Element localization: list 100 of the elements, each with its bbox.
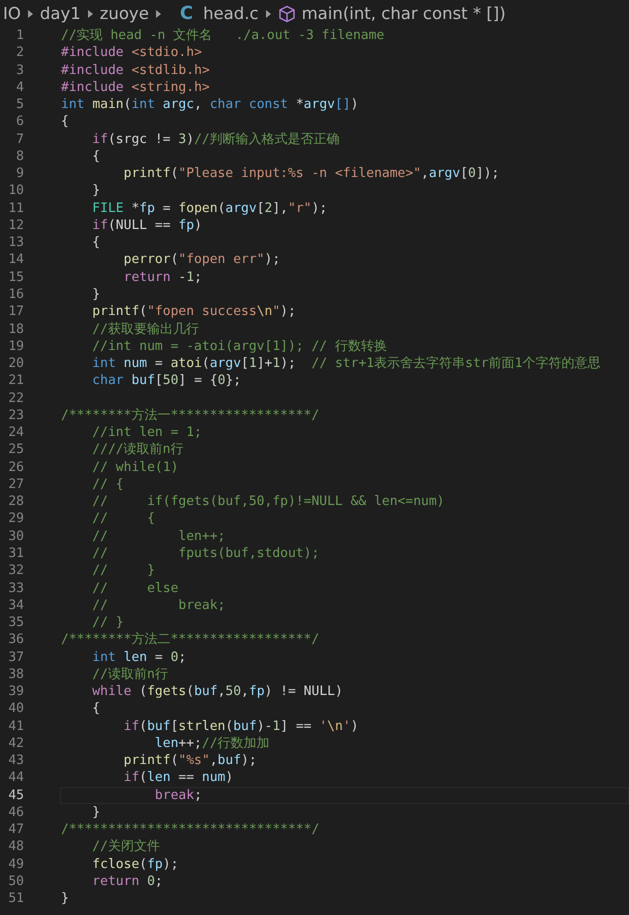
code-line: // len++; xyxy=(91,528,226,545)
line-number: 20 xyxy=(7,355,24,372)
line-number: 6 xyxy=(15,113,24,131)
code-line: if(NULL == fp) xyxy=(91,216,203,234)
line-number: 22 xyxy=(7,390,24,407)
line-number: 51 xyxy=(7,890,24,908)
code-line: { xyxy=(91,700,102,718)
breadcrumb-item[interactable]: IO xyxy=(3,4,21,23)
line-number: 46 xyxy=(7,804,24,822)
line-number: 38 xyxy=(7,666,24,684)
code-line: //读取前n行 xyxy=(91,666,169,684)
line-number: 30 xyxy=(7,528,24,545)
code-line: // fputs(buf,stdout); xyxy=(91,544,320,562)
code-line: // } xyxy=(91,614,125,632)
line-number: 2 xyxy=(15,44,24,62)
code-line: /*******************************/ xyxy=(60,821,320,838)
line-number: 18 xyxy=(7,320,24,338)
line-number: 21 xyxy=(7,372,24,390)
line-number: 17 xyxy=(7,303,24,321)
line-number: 28 xyxy=(7,493,24,510)
code-line: fclose(fp); xyxy=(91,856,180,874)
code-line: // while(1) xyxy=(91,458,180,476)
breadcrumb-item[interactable]: main(int, char const * []) xyxy=(302,4,506,23)
line-number: 49 xyxy=(7,856,24,874)
line-number: 31 xyxy=(7,544,24,562)
line-number: 12 xyxy=(7,216,24,234)
code-line: if(buf[strlen(buf)-1] == '\n') xyxy=(122,718,360,735)
line-number: 50 xyxy=(7,873,24,890)
line-number: 41 xyxy=(7,718,24,735)
breadcrumb-item[interactable]: zuoye xyxy=(100,4,149,23)
line-number: 16 xyxy=(7,286,24,304)
line-number: 23 xyxy=(7,406,24,424)
chevron-icon xyxy=(154,8,162,18)
code-line: /********方法一******************/ xyxy=(60,406,320,424)
line-number: 11 xyxy=(7,200,24,217)
line-number: 14 xyxy=(7,251,24,269)
code-line: #include <string.h> xyxy=(60,78,211,96)
line-number: 24 xyxy=(7,424,24,442)
code-line: // } xyxy=(91,562,156,580)
code-line: #include <stdlib.h> xyxy=(60,62,211,79)
code-line: if(srgc != 3)//判断输入格式是否正确 xyxy=(91,130,341,148)
code-line: printf("fopen success\n"); xyxy=(91,303,297,321)
line-number: 8 xyxy=(15,148,24,166)
code-line: while (fgets(buf,50,fp) != NULL) xyxy=(91,683,344,700)
code-line: //int num = -atoi(argv[1]); // 行数转换 xyxy=(91,338,388,356)
line-number: 45 xyxy=(7,786,24,804)
code-line: } xyxy=(60,890,70,908)
code-line: int num = atoi(argv[1]+1); // str+1表示舍去字符串str前面1个字符的意思 xyxy=(91,355,602,372)
line-number: 9 xyxy=(15,165,24,182)
code-line: //实现 head -n 文件名 ./a.out -3 filename xyxy=(60,27,386,44)
line-number: 36 xyxy=(7,631,24,649)
line-number: 48 xyxy=(7,838,24,856)
code-line: int len = 0; xyxy=(91,648,188,666)
code-line: char buf[50] = {0}; xyxy=(91,372,242,390)
code-line: } xyxy=(91,182,102,200)
code-line: /********方法二******************/ xyxy=(60,631,320,649)
code-line: #include <stdio.h> xyxy=(60,44,203,62)
line-number: 34 xyxy=(7,596,24,614)
line-number: 15 xyxy=(7,268,24,286)
breadcrumb-item[interactable]: head.c xyxy=(203,4,259,23)
code-line: // else xyxy=(91,580,180,597)
line-number: 33 xyxy=(7,580,24,597)
code-line: //关闭文件 xyxy=(91,838,161,856)
code-line: { xyxy=(91,234,102,252)
line-number: 27 xyxy=(7,476,24,494)
code-line: return 0; xyxy=(91,873,164,890)
code-line: //int len = 1; xyxy=(91,424,203,442)
line-number: 7 xyxy=(15,130,24,148)
line-number: 3 xyxy=(15,62,24,79)
code-line: perror("fopen err"); xyxy=(122,251,282,269)
c-file-icon: C xyxy=(180,3,194,24)
line-number: 43 xyxy=(7,752,24,770)
line-number: 19 xyxy=(7,338,24,356)
code-line: // { xyxy=(91,476,125,494)
code-line: if(len == num) xyxy=(122,769,234,787)
line-number: 29 xyxy=(7,510,24,528)
line-number: 35 xyxy=(7,614,24,632)
line-number: 39 xyxy=(7,683,24,700)
line-number: 1 xyxy=(15,27,24,44)
code-line: len++;//行数加加 xyxy=(154,734,271,752)
code-line: printf("Please input:%s -n <filename>",argv[0]); xyxy=(122,165,500,182)
line-number: 25 xyxy=(7,441,24,459)
chevron-icon xyxy=(26,8,34,18)
code-line: int main(int argc, char const *argv[]) xyxy=(60,96,360,114)
code-line: //获取要输出几行 xyxy=(91,320,200,338)
code-line: FILE *fp = fopen(argv[2],"r"); xyxy=(91,200,328,217)
cube-icon xyxy=(278,4,296,22)
line-number: 40 xyxy=(7,700,24,718)
chevron-icon xyxy=(86,8,94,18)
code-line: // break; xyxy=(91,596,226,614)
line-number: 26 xyxy=(7,458,24,476)
breadcrumb-item[interactable]: day1 xyxy=(40,4,81,23)
code-line: } xyxy=(91,804,102,822)
line-number: 4 xyxy=(15,78,24,96)
code-line: // { xyxy=(91,510,156,528)
line-number: 13 xyxy=(7,234,24,252)
line-number: 10 xyxy=(7,182,24,200)
line-number: 42 xyxy=(7,734,24,752)
code-line: { xyxy=(91,148,102,166)
code-line: // if(fgets(buf,50,fp)!=NULL && len<=num) xyxy=(91,493,446,510)
